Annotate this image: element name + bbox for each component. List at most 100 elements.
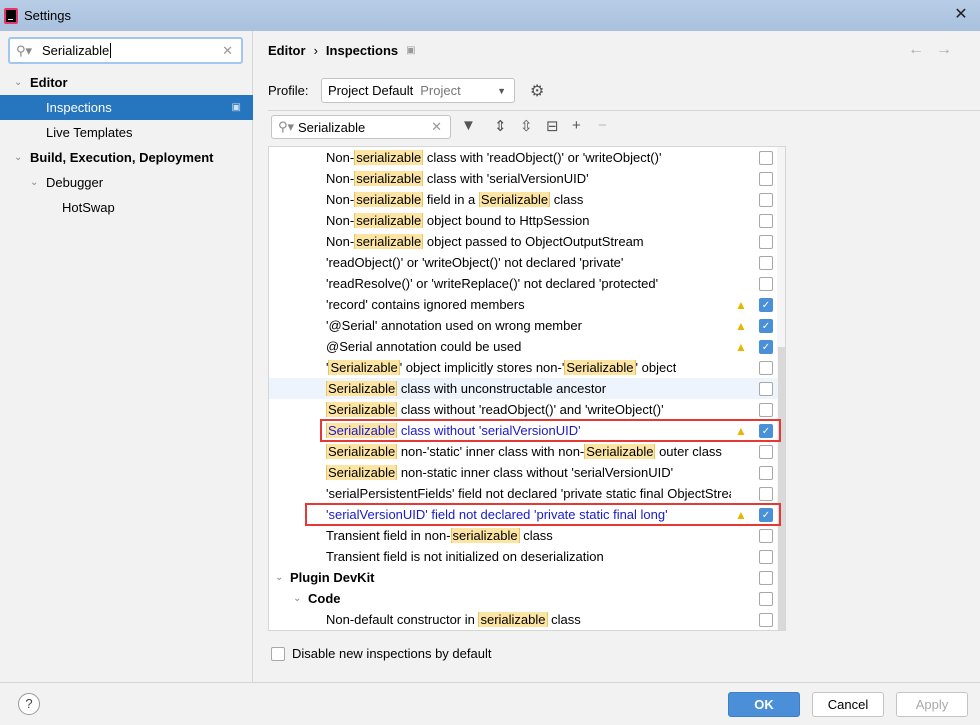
inspection-row[interactable]: Non-default constructor in serializable … — [269, 609, 777, 630]
enable-checkbox[interactable] — [759, 381, 773, 396]
inspection-row[interactable]: 'readObject()' or 'writeObject()' not de… — [269, 252, 777, 273]
profile-scope: Project — [420, 83, 461, 98]
close-icon[interactable]: ✕ — [950, 4, 972, 26]
enable-checkbox[interactable] — [759, 150, 773, 165]
inspection-row[interactable]: Non-serializable object passed to Object… — [269, 231, 777, 252]
tree-group-row[interactable]: ⌄ Plugin DevKit — [269, 567, 777, 588]
inspection-row[interactable]: Transient field in non-serializable clas… — [269, 525, 777, 546]
inspection-label: Non-serializable field in a Serializable… — [326, 192, 583, 207]
expand-all-icon[interactable]: ⇕ — [494, 117, 507, 135]
scrollbar-thumb[interactable] — [778, 347, 785, 630]
inspection-row[interactable]: Serializable non-static inner class with… — [269, 462, 777, 483]
sidebar-item-inspections[interactable]: Inspections ▣ — [0, 95, 253, 120]
reset-icon[interactable]: ⊟ — [546, 117, 559, 135]
enable-checkbox[interactable] — [759, 192, 773, 207]
inspection-row[interactable]: Non-serializable field in a Serializable… — [269, 189, 777, 210]
search-value[interactable]: Serializable — [42, 43, 112, 58]
inspection-row[interactable]: 'serialPersistentFields' field not decla… — [269, 483, 777, 504]
inspection-row[interactable]: Serializable non-'static' inner class wi… — [269, 441, 777, 462]
label-text: class without 'readObject()' and 'writeO… — [397, 402, 664, 417]
warning-icon: ▲ — [735, 339, 747, 354]
disable-new-inspections-checkbox[interactable]: Disable new inspections by default — [271, 646, 491, 661]
help-button[interactable]: ? — [18, 693, 40, 715]
search-match-highlight: serializable — [354, 150, 424, 165]
inspection-label: Non-serializable class with 'serialVersi… — [326, 171, 589, 186]
chevron-down-icon[interactable]: ⌄ — [14, 152, 22, 163]
enable-checkbox[interactable] — [759, 570, 773, 585]
clear-icon[interactable]: ✕ — [222, 43, 233, 59]
forward-arrow-icon[interactable]: → — [936, 41, 964, 58]
remove-icon[interactable]: − — [598, 117, 607, 134]
ok-button[interactable]: OK — [728, 692, 800, 717]
inspection-row[interactable]: 'serialVersionUID' field not declared 'p… — [269, 504, 777, 525]
inspection-row[interactable]: '@Serial' annotation used on wrong membe… — [269, 315, 777, 336]
inspection-row[interactable]: Serializable class without 'readObject()… — [269, 399, 777, 420]
sidebar-item-live-templates[interactable]: Live Templates — [0, 120, 253, 145]
chevron-down-icon[interactable]: ⌄ — [275, 572, 283, 583]
inspection-row[interactable]: Non-serializable class with 'readObject(… — [269, 147, 777, 168]
enable-checkbox[interactable] — [759, 276, 773, 291]
cancel-button[interactable]: Cancel — [812, 692, 884, 717]
enable-checkbox[interactable] — [759, 444, 773, 459]
enable-checkbox[interactable] — [759, 402, 773, 417]
apply-button[interactable]: Apply — [896, 692, 968, 717]
label-text: non-static inner class without 'serialVe… — [397, 465, 674, 480]
inspection-row[interactable]: 'Serializable' object implicitly stores … — [269, 357, 777, 378]
inspection-row[interactable]: 'record' contains ignored members ▲ ✓ — [269, 294, 777, 315]
chevron-down-icon[interactable]: ⌄ — [14, 77, 22, 88]
inspection-label: Non-serializable object passed to Object… — [326, 234, 644, 249]
enable-checkbox[interactable]: ✓ — [759, 423, 773, 438]
chevron-down-icon[interactable]: ⌄ — [293, 593, 301, 604]
sidebar-item-build-execution-deployment[interactable]: ⌄ Build, Execution, Deployment — [0, 145, 253, 170]
filter-value[interactable]: Serializable — [298, 120, 365, 135]
enable-checkbox[interactable] — [759, 213, 773, 228]
sidebar-item-hotswap[interactable]: HotSwap — [0, 195, 253, 220]
checkbox[interactable] — [271, 646, 285, 661]
inspection-row[interactable]: Serializable class without 'serialVersio… — [269, 420, 777, 441]
enable-checkbox[interactable]: ✓ — [759, 507, 773, 522]
settings-search-input[interactable]: ⚲▾ Serializable ✕ — [8, 37, 243, 64]
enable-checkbox[interactable] — [759, 549, 773, 564]
label-text: ' object — [635, 360, 677, 375]
filter-icon[interactable]: ▼ — [461, 117, 476, 134]
inspection-row[interactable]: Serializable class with unconstructable … — [269, 378, 777, 399]
add-icon[interactable]: + — [572, 117, 581, 134]
sidebar-item-debugger[interactable]: ⌄ Debugger — [0, 170, 253, 195]
gear-icon[interactable]: ⚙ — [530, 81, 544, 101]
enable-checkbox[interactable]: ✓ — [759, 339, 773, 354]
scrollbar[interactable] — [777, 147, 785, 630]
enable-checkbox[interactable] — [759, 234, 773, 249]
sidebar-item-label: Build, Execution, Deployment — [30, 150, 214, 165]
warning-icon: ▲ — [735, 297, 747, 312]
inspection-row[interactable]: 'readResolve()' or 'writeReplace()' not … — [269, 273, 777, 294]
enable-checkbox[interactable] — [759, 255, 773, 270]
enable-checkbox[interactable] — [759, 528, 773, 543]
label-text: class with unconstructable ancestor — [397, 381, 607, 396]
back-arrow-icon[interactable]: ← — [908, 41, 936, 58]
inspection-filter-input[interactable]: ⚲▾ Serializable ✕ — [271, 115, 451, 139]
enable-checkbox[interactable] — [759, 612, 773, 627]
enable-checkbox[interactable] — [759, 591, 773, 606]
profile-dropdown[interactable]: Project Default Project ▼ — [321, 78, 515, 103]
chevron-down-icon[interactable]: ⌄ — [30, 177, 38, 188]
inspection-row[interactable]: @Serial annotation could be used ▲ ✓ — [269, 336, 777, 357]
inspection-row[interactable]: Transient field is not initialized on de… — [269, 546, 777, 567]
enable-checkbox[interactable] — [759, 486, 773, 501]
breadcrumb-editor[interactable]: Editor — [268, 43, 306, 58]
sidebar-item-editor[interactable]: ⌄ Editor — [0, 70, 253, 95]
enable-checkbox[interactable] — [759, 465, 773, 480]
enable-checkbox[interactable]: ✓ — [759, 297, 773, 312]
inspection-row[interactable]: Non-serializable object bound to HttpSes… — [269, 210, 777, 231]
enable-checkbox[interactable] — [759, 360, 773, 375]
search-match-highlight: serializable — [354, 192, 424, 207]
enable-checkbox[interactable]: ✓ — [759, 318, 773, 333]
label-text: Non-default constructor in — [326, 612, 479, 627]
inspection-label: Serializable class with unconstructable … — [326, 381, 606, 396]
collapse-all-icon[interactable]: ⇳ — [520, 117, 533, 135]
sidebar-item-label: HotSwap — [62, 200, 115, 215]
clear-icon[interactable]: ✕ — [431, 119, 442, 135]
inspection-row[interactable]: Non-serializable class with 'serialVersi… — [269, 168, 777, 189]
warning-icon: ▲ — [735, 507, 747, 522]
enable-checkbox[interactable] — [759, 171, 773, 186]
tree-group-row[interactable]: ⌄ Code — [269, 588, 777, 609]
